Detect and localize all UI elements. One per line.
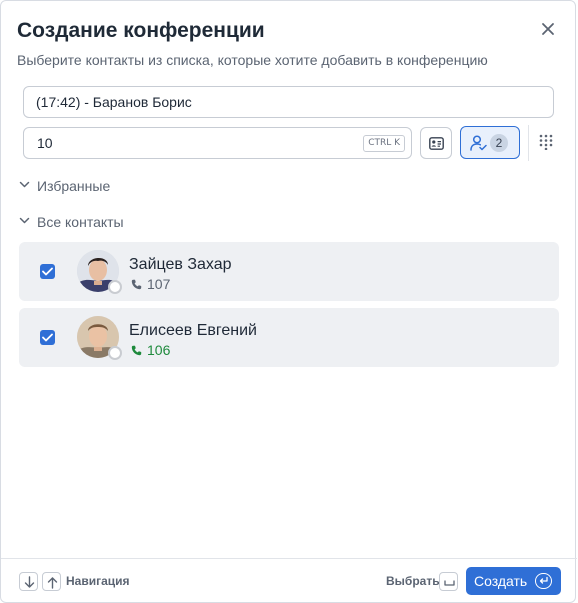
close-icon[interactable] xyxy=(539,20,557,38)
space-bar-icon xyxy=(444,580,455,586)
contact-name: Зайцев Захар xyxy=(129,256,232,273)
selected-contacts-button[interactable]: 2 xyxy=(460,126,520,159)
selected-count-badge: 2 xyxy=(490,134,508,152)
chevron-down-icon xyxy=(19,181,30,188)
conference-name-input[interactable] xyxy=(23,86,554,118)
dialpad-icon[interactable] xyxy=(538,134,554,151)
checkmark-icon xyxy=(42,267,53,276)
contact-name: Елисеев Евгений xyxy=(129,322,257,339)
contact-card-button[interactable] xyxy=(420,127,452,159)
enter-key-icon xyxy=(535,573,552,589)
search-value: 10 xyxy=(37,135,53,151)
contact-row[interactable]: Елисеев Евгений 106 xyxy=(19,308,559,367)
chevron-down-icon xyxy=(19,217,30,224)
contact-phone-number: 106 xyxy=(147,342,171,358)
arrow-down-icon xyxy=(24,576,35,588)
all-contacts-section-label: Все контакты xyxy=(37,214,124,230)
dialog-title: Создание конференции xyxy=(17,19,265,42)
contact-card-icon xyxy=(429,137,444,150)
contact-search-input[interactable]: 10 CTRL K xyxy=(23,127,412,159)
space-key xyxy=(439,572,458,591)
create-button-label: Создать xyxy=(474,573,528,589)
navigation-hint-label: Навигация xyxy=(66,574,130,588)
favorites-section-label: Избранные xyxy=(37,178,111,194)
create-button[interactable]: Создать xyxy=(466,567,561,595)
toolbar-divider xyxy=(528,125,529,161)
search-shortcut-hint: CTRL K xyxy=(363,135,405,152)
contact-row[interactable]: Зайцев Захар 107 xyxy=(19,242,559,301)
phone-icon xyxy=(131,279,142,290)
contact-checkbox[interactable] xyxy=(40,330,55,345)
checkmark-icon xyxy=(42,333,53,342)
status-indicator xyxy=(108,346,122,360)
select-hint-label: Выбрать xyxy=(386,574,440,588)
create-conference-dialog: Создание конференции Выберите контакты и… xyxy=(0,0,577,603)
arrow-up-icon xyxy=(47,577,58,589)
phone-icon xyxy=(131,345,142,356)
user-check-icon xyxy=(470,135,487,151)
footer-divider xyxy=(1,558,577,559)
status-indicator xyxy=(108,280,122,294)
arrow-up-key xyxy=(42,572,61,591)
contact-phone-number: 107 xyxy=(147,276,171,292)
arrow-down-key xyxy=(19,572,38,591)
contact-checkbox[interactable] xyxy=(40,264,55,279)
dialog-subtitle: Выберите контакты из списка, которые хот… xyxy=(17,52,488,68)
